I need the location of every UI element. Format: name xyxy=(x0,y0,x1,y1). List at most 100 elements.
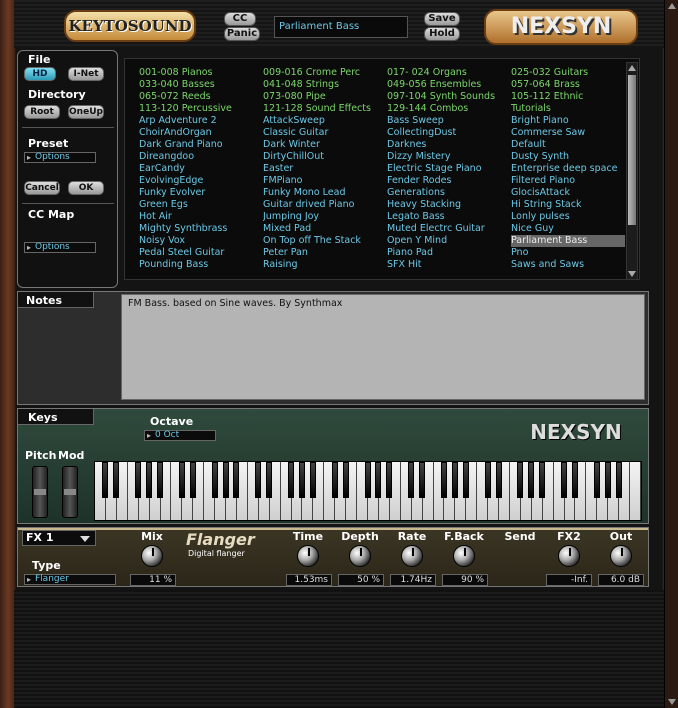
preset-item[interactable]: Guitar drived Piano xyxy=(263,199,387,211)
scroll-down-icon[interactable] xyxy=(628,271,636,277)
preset-category-item[interactable]: 017- 024 Organs xyxy=(387,67,511,79)
black-key[interactable] xyxy=(178,462,185,498)
preset-item[interactable]: GlocisAttack xyxy=(511,187,625,199)
preset-item[interactable]: Raising xyxy=(263,259,387,271)
white-key[interactable] xyxy=(630,462,641,520)
preset-item[interactable]: Lonly pulses xyxy=(511,211,625,223)
hd-button[interactable]: HD xyxy=(24,67,56,81)
black-key[interactable] xyxy=(571,462,578,498)
black-key[interactable] xyxy=(495,462,502,498)
black-key[interactable] xyxy=(331,462,338,498)
preset-item[interactable]: Jumping Joy xyxy=(263,211,387,223)
preset-item[interactable]: Mighty Synthbrass xyxy=(139,223,263,235)
preset-category-item[interactable]: 073-080 Pipe xyxy=(263,91,387,103)
preset-item[interactable]: Funky Evolver xyxy=(139,187,263,199)
preset-item[interactable]: Heavy Stacking xyxy=(387,199,511,211)
preset-item[interactable]: Bright Piano xyxy=(511,115,625,127)
scroll-down-icon[interactable] xyxy=(668,699,676,705)
black-key[interactable] xyxy=(462,462,469,498)
black-key[interactable] xyxy=(386,462,393,498)
octave-dropdown[interactable]: 0 Oct xyxy=(144,430,216,441)
black-key[interactable] xyxy=(288,462,295,498)
preset-item[interactable]: Pno xyxy=(511,247,625,259)
preset-category-item[interactable]: 033-040 Basses xyxy=(139,79,263,91)
preset-category-item[interactable]: Tutorials xyxy=(511,103,625,115)
black-key[interactable] xyxy=(419,462,426,498)
preset-item[interactable]: Darknes xyxy=(387,139,511,151)
preset-category-item[interactable]: 001-008 Pianos xyxy=(139,67,263,79)
window-scrollbar[interactable] xyxy=(664,0,678,708)
preset-item[interactable]: EvolvingEdge xyxy=(139,175,263,187)
preset-item[interactable]: Fender Rodes xyxy=(387,175,511,187)
preset-item[interactable]: Muted Electrc Guitar xyxy=(387,223,511,235)
save-button[interactable]: Save xyxy=(424,12,460,26)
preset-item[interactable]: DirtyChillOut xyxy=(263,151,387,163)
black-key[interactable] xyxy=(298,462,305,498)
preset-category-item[interactable]: 025-032 Guitars xyxy=(511,67,625,79)
pitch-wheel[interactable] xyxy=(32,466,48,518)
preset-category-item[interactable]: 105-112 Ethnic xyxy=(511,91,625,103)
preset-list[interactable]: 001-008 Pianos 009-016 Crome Perc 017- 024… xyxy=(124,58,640,280)
cc-button[interactable]: CC xyxy=(224,12,256,26)
inet-button[interactable]: I-Net xyxy=(68,67,104,81)
preset-item[interactable]: CollectingDust xyxy=(387,127,511,139)
root-button[interactable]: Root xyxy=(24,105,60,119)
fx-slot-select[interactable]: FX 1 xyxy=(22,530,96,546)
preset-options-dropdown[interactable]: Options xyxy=(24,152,96,163)
preset-item[interactable]: Legato Bass xyxy=(387,211,511,223)
black-key[interactable] xyxy=(233,462,240,498)
preset-item[interactable]: Open Y Mind xyxy=(387,235,511,247)
black-key[interactable] xyxy=(255,462,262,498)
time-knob[interactable] xyxy=(297,545,319,567)
preset-item[interactable]: Peter Pan xyxy=(263,247,387,259)
preset-item[interactable]: Hi String Stack xyxy=(511,199,625,211)
notes-text[interactable]: FM Bass. based on Sine waves. By Synthma… xyxy=(121,294,645,400)
preset-item[interactable]: Pedal Steel Guitar xyxy=(139,247,263,259)
fback-knob[interactable] xyxy=(453,545,475,567)
black-key[interactable] xyxy=(484,462,491,498)
rate-knob[interactable] xyxy=(401,545,423,567)
preset-category-item[interactable]: 041-048 Strings xyxy=(263,79,387,91)
preset-item[interactable]: Enterprise deep space xyxy=(511,163,625,175)
preset-item[interactable]: AttackSweep xyxy=(263,115,387,127)
preset-item[interactable]: Dark Grand Piano xyxy=(139,139,263,151)
black-key[interactable] xyxy=(211,462,218,498)
preset-item[interactable]: Electric Stage Piano xyxy=(387,163,511,175)
cancel-button[interactable]: Cancel xyxy=(24,181,60,195)
black-key[interactable] xyxy=(364,462,371,498)
black-key[interactable] xyxy=(189,462,196,498)
scroll-up-icon[interactable] xyxy=(668,3,676,9)
black-key[interactable] xyxy=(342,462,349,498)
black-key[interactable] xyxy=(113,462,120,498)
scroll-thumb[interactable] xyxy=(628,75,636,225)
oneup-button[interactable]: OneUp xyxy=(68,105,104,119)
preset-item[interactable]: Default xyxy=(511,139,625,151)
preset-item[interactable]: On Top off The Stack xyxy=(263,235,387,247)
black-key[interactable] xyxy=(408,462,415,498)
black-key[interactable] xyxy=(146,462,153,498)
black-key[interactable] xyxy=(102,462,109,498)
preset-item[interactable]: Bass Sweep xyxy=(387,115,511,127)
preset-item[interactable]: Pounding Bass xyxy=(139,259,263,271)
preset-category-item[interactable]: 121-128 Sound Effects xyxy=(263,103,387,115)
preset-item[interactable]: Classic Guitar xyxy=(263,127,387,139)
preset-item[interactable]: Noisy Vox xyxy=(139,235,263,247)
black-key[interactable] xyxy=(593,462,600,498)
preset-item[interactable]: SFX Hit xyxy=(387,259,511,271)
preset-item[interactable]: Nice Guy xyxy=(511,223,625,235)
black-key[interactable] xyxy=(157,462,164,498)
hold-button[interactable]: Hold xyxy=(424,27,460,41)
panic-button[interactable]: Panic xyxy=(224,27,260,41)
preset-list-scrollbar[interactable] xyxy=(626,62,638,280)
preset-category-item[interactable]: 113-120 Percussive xyxy=(139,103,263,115)
ccmap-options-dropdown[interactable]: Options xyxy=(24,242,96,253)
black-key[interactable] xyxy=(615,462,622,498)
preset-item[interactable]: Funky Mono Lead xyxy=(263,187,387,199)
black-key[interactable] xyxy=(539,462,546,498)
preset-item[interactable]: Arp Adventure 2 xyxy=(139,115,263,127)
preset-category-item[interactable]: 129-144 Combos xyxy=(387,103,511,115)
black-key[interactable] xyxy=(451,462,458,498)
mix-knob[interactable] xyxy=(141,545,163,567)
preset-item[interactable]: Saws and Saws xyxy=(511,259,625,271)
preset-item[interactable]: Dark Winter xyxy=(263,139,387,151)
